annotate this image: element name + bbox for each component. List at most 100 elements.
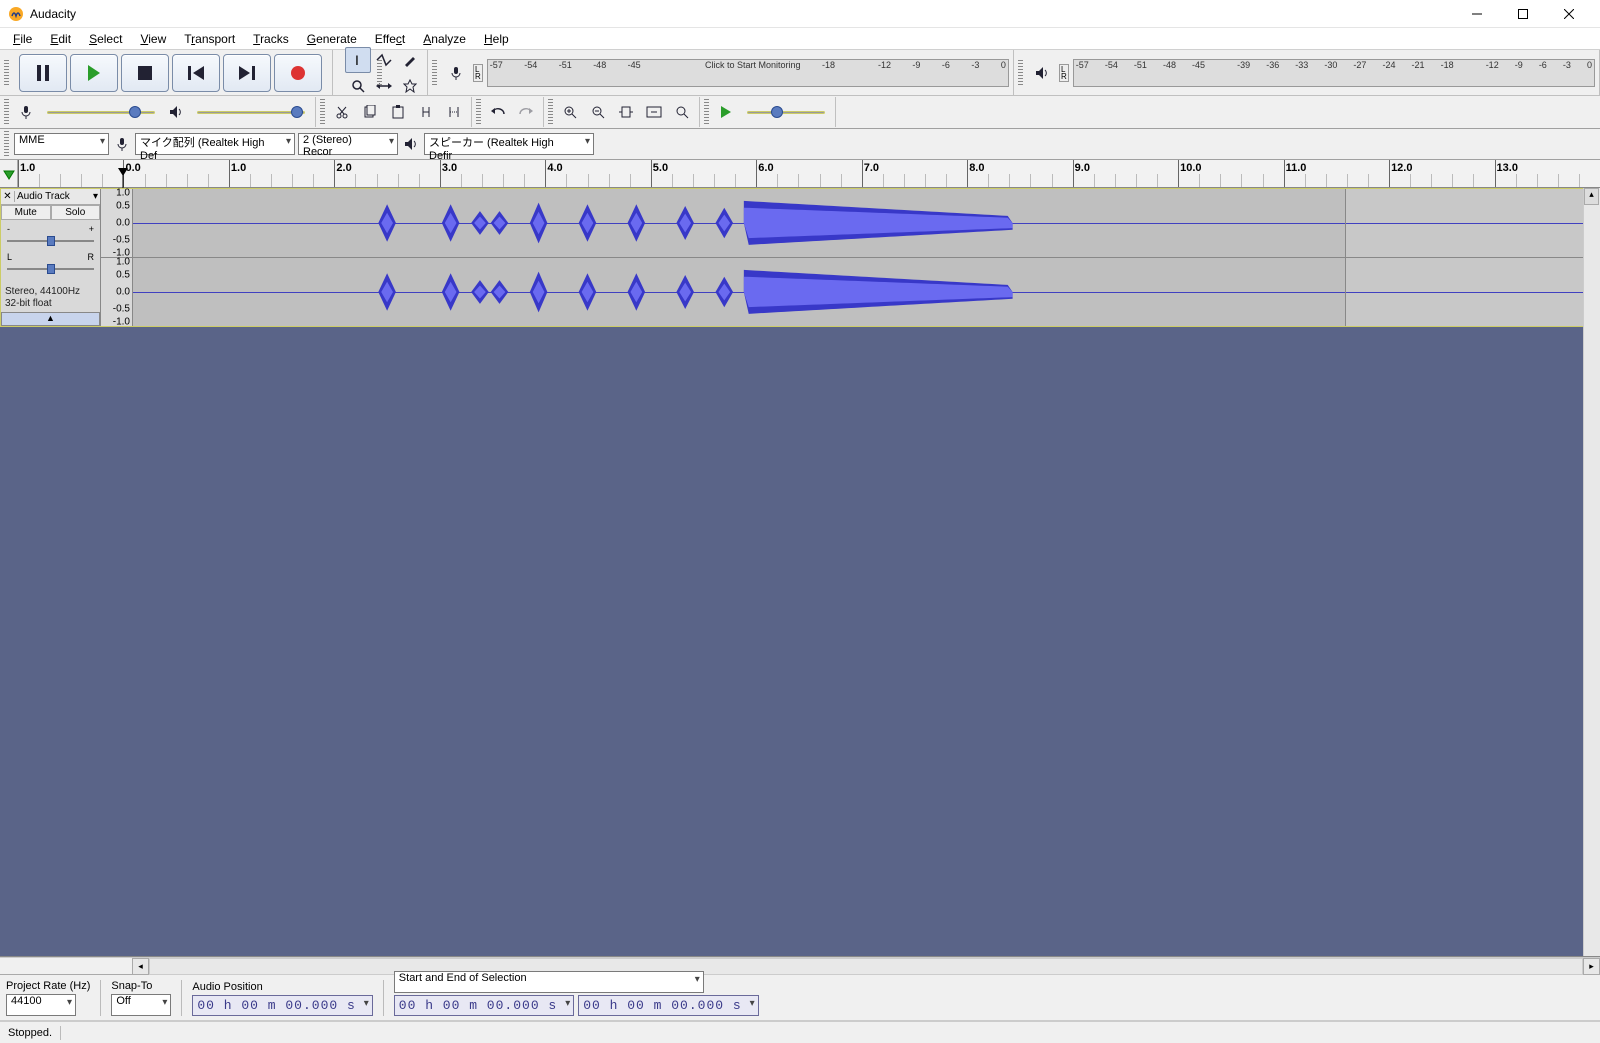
window-close-button[interactable] bbox=[1546, 0, 1592, 28]
toolbar-grip[interactable] bbox=[4, 60, 9, 86]
zoom-toolbar bbox=[544, 97, 700, 127]
toolbar-grip[interactable] bbox=[432, 60, 437, 86]
scroll-right-button[interactable]: ▸ bbox=[1583, 958, 1600, 975]
silence-button[interactable] bbox=[441, 99, 467, 125]
record-button[interactable] bbox=[274, 54, 322, 92]
toolbar-grip[interactable] bbox=[1018, 60, 1023, 86]
toolbar-grip[interactable] bbox=[548, 99, 553, 125]
redo-button[interactable] bbox=[513, 99, 539, 125]
playback-volume-slider[interactable] bbox=[191, 103, 311, 121]
track-close-button[interactable]: ✕ bbox=[1, 191, 15, 202]
draw-tool-button[interactable] bbox=[397, 47, 423, 73]
transport-toolbar bbox=[0, 50, 333, 95]
gain-slider[interactable] bbox=[7, 236, 94, 246]
menu-transport[interactable]: Transport bbox=[175, 30, 244, 48]
zoom-toggle-button[interactable] bbox=[669, 99, 695, 125]
undo-toolbar bbox=[472, 97, 544, 127]
multi-tool-button[interactable] bbox=[397, 73, 423, 99]
scroll-left-button[interactable]: ◂ bbox=[132, 958, 149, 975]
selection-tool-button[interactable]: I bbox=[345, 47, 371, 73]
track-collapse-button[interactable]: ▲ bbox=[1, 312, 100, 326]
pan-slider[interactable] bbox=[7, 264, 94, 274]
selection-end-field[interactable]: 00 h 00 m 00.000 s bbox=[578, 995, 758, 1016]
meter-lr-label: LR bbox=[473, 64, 483, 82]
zoom-out-button[interactable] bbox=[585, 99, 611, 125]
timeshift-tool-button[interactable] bbox=[371, 73, 397, 99]
skip-end-button[interactable] bbox=[223, 54, 271, 92]
vertical-scale[interactable]: 1.00.50.0-0.5-1.0 bbox=[101, 189, 133, 257]
fit-project-button[interactable] bbox=[641, 99, 667, 125]
play-at-speed-button[interactable] bbox=[713, 99, 739, 125]
vertical-scale[interactable]: 1.00.50.0-0.5-1.0 bbox=[101, 258, 133, 326]
record-meter[interactable]: -57-54-51-48-45 Click to Start Monitorin… bbox=[487, 59, 1009, 87]
status-bar: Stopped. bbox=[0, 1021, 1600, 1043]
pause-button[interactable] bbox=[19, 54, 67, 92]
toolbar-grip[interactable] bbox=[320, 99, 325, 125]
snap-to-dropdown[interactable]: Off bbox=[111, 994, 171, 1016]
stop-button[interactable] bbox=[121, 54, 169, 92]
toolbar-grip[interactable] bbox=[377, 60, 382, 86]
track-name-dropdown[interactable]: Audio Track▾ bbox=[15, 191, 100, 202]
toolbar-grip[interactable] bbox=[4, 99, 9, 125]
menu-effect[interactable]: Effect bbox=[366, 30, 414, 48]
timeline-ruler-row: 1.00.01.02.03.04.05.06.07.08.09.010.011.… bbox=[0, 160, 1600, 188]
menu-file[interactable]: File bbox=[4, 30, 41, 48]
solo-button[interactable]: Solo bbox=[51, 205, 101, 220]
window-minimize-button[interactable] bbox=[1454, 0, 1500, 28]
recording-device-dropdown[interactable]: マイク配列 (Realtek High Def bbox=[135, 133, 295, 155]
play-button[interactable] bbox=[70, 54, 118, 92]
channel-right: 1.00.50.0-0.5-1.0 bbox=[101, 258, 1599, 326]
timeline-ruler[interactable]: 1.00.01.02.03.04.05.06.07.08.09.010.011.… bbox=[18, 160, 1600, 187]
playback-device-dropdown[interactable]: スピーカー (Realtek High Defir bbox=[424, 133, 594, 155]
menubar: File Edit Select View Transport Tracks G… bbox=[0, 28, 1600, 50]
window-maximize-button[interactable] bbox=[1500, 0, 1546, 28]
project-rate-label: Project Rate (Hz) bbox=[6, 980, 90, 992]
menu-analyze[interactable]: Analyze bbox=[414, 30, 475, 48]
pin-button[interactable] bbox=[0, 160, 18, 187]
project-rate-dropdown[interactable]: 44100 bbox=[6, 994, 76, 1016]
playback-meter[interactable]: -57-54-51-48-45-39-36-33-30-27-24-21-18-… bbox=[1073, 59, 1595, 87]
waveform-right[interactable] bbox=[133, 258, 1599, 326]
toolbar-grip[interactable] bbox=[476, 99, 481, 125]
track-format-info: Stereo, 44100Hz 32-bit float bbox=[1, 284, 100, 312]
horizontal-scrollbar[interactable]: ◂ ▸ bbox=[0, 957, 1600, 974]
menu-select[interactable]: Select bbox=[80, 30, 131, 48]
status-state: Stopped. bbox=[8, 1027, 52, 1039]
menu-edit[interactable]: Edit bbox=[41, 30, 80, 48]
svg-text:I: I bbox=[355, 53, 359, 67]
cut-button[interactable] bbox=[329, 99, 355, 125]
mic-icon bbox=[112, 134, 132, 154]
mute-button[interactable]: Mute bbox=[1, 205, 51, 220]
skip-start-button[interactable] bbox=[172, 54, 220, 92]
toolbar-grip[interactable] bbox=[704, 99, 709, 125]
track-area[interactable]: ✕ Audio Track▾ Mute Solo -+ LR Stereo, 4… bbox=[0, 188, 1600, 957]
menu-generate[interactable]: Generate bbox=[298, 30, 366, 48]
vertical-scrollbar[interactable]: ▴ bbox=[1583, 188, 1600, 956]
toolbar-grip[interactable] bbox=[4, 131, 9, 157]
menu-help[interactable]: Help bbox=[475, 30, 518, 48]
envelope-tool-button[interactable] bbox=[371, 47, 397, 73]
playback-speed-slider[interactable] bbox=[741, 103, 831, 121]
trim-button[interactable] bbox=[413, 99, 439, 125]
fit-selection-button[interactable] bbox=[613, 99, 639, 125]
recording-channels-dropdown[interactable]: 2 (Stereo) Recor bbox=[298, 133, 398, 155]
mixer-toolbar bbox=[0, 97, 316, 127]
recording-volume-slider[interactable] bbox=[41, 103, 161, 121]
copy-button[interactable] bbox=[357, 99, 383, 125]
waveform-left[interactable] bbox=[133, 189, 1599, 257]
audio-track: ✕ Audio Track▾ Mute Solo -+ LR Stereo, 4… bbox=[0, 188, 1600, 327]
zoom-tool-button[interactable] bbox=[345, 73, 371, 99]
selection-mode-dropdown[interactable]: Start and End of Selection bbox=[394, 971, 704, 993]
menu-view[interactable]: View bbox=[131, 30, 175, 48]
speaker-icon[interactable] bbox=[1029, 60, 1055, 86]
menu-tracks[interactable]: Tracks bbox=[244, 30, 298, 48]
zoom-in-button[interactable] bbox=[557, 99, 583, 125]
mic-icon[interactable] bbox=[443, 60, 469, 86]
selection-start-field[interactable]: 00 h 00 m 00.000 s bbox=[394, 995, 574, 1016]
audio-position-field[interactable]: 00 h 00 m 00.000 s bbox=[192, 995, 372, 1016]
play-at-speed-toolbar bbox=[700, 97, 836, 127]
audio-host-dropdown[interactable]: MME bbox=[14, 133, 109, 155]
undo-button[interactable] bbox=[485, 99, 511, 125]
paste-button[interactable] bbox=[385, 99, 411, 125]
titlebar: Audacity bbox=[0, 0, 1600, 28]
